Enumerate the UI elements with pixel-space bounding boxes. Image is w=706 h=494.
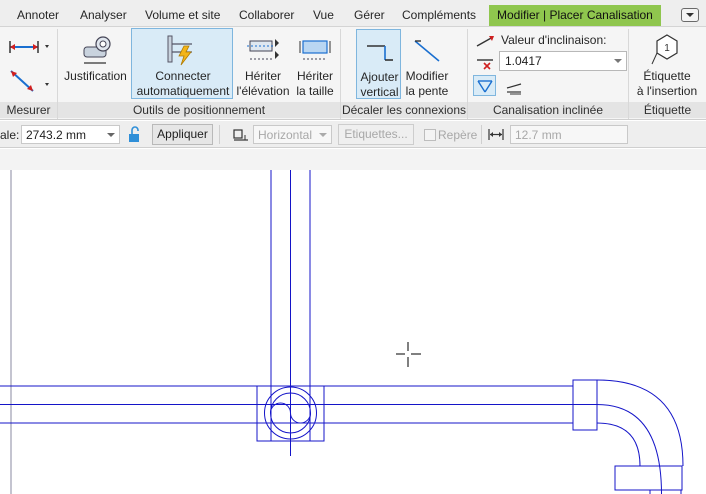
justification-pipe-wrench-icon (83, 36, 111, 64)
connecter-line1: Connecter (155, 69, 211, 83)
heriter-taille-line2: la taille (296, 84, 334, 98)
modifier-line1: Modifier (405, 69, 449, 83)
tab-modifier-placer-canalisation[interactable]: Modifier | Placer Canalisation (489, 5, 661, 26)
ajouter-vertical-button[interactable]: Ajouter vertical (356, 29, 401, 99)
pipe-drawing (0, 170, 684, 494)
panel-label-mesurer: Mesurer (0, 102, 57, 118)
width-value: 12.7 mm (515, 128, 562, 142)
slope-annotation-icon (506, 83, 522, 95)
drawing-canvas[interactable] (0, 170, 706, 494)
valeur-inclinaison-value: 1.0417 (505, 54, 542, 68)
view-frame-top (0, 149, 706, 170)
crosshair-cursor (396, 342, 421, 367)
measure-diagonal-icon (10, 70, 49, 92)
revit-window: Annoter Analyser Volume et site Collabor… (0, 0, 706, 494)
measure-between-references-button[interactable] (3, 31, 53, 59)
slope-off-button[interactable] (474, 53, 496, 73)
slope-up-icon (476, 36, 494, 47)
etiquette-insertion-button[interactable]: 1 Étiquette à l'insertion (631, 29, 703, 99)
heriter-elevation-line1: Hériter (244, 69, 281, 83)
valeur-inclinaison-dropdown[interactable]: 1.0417 (499, 51, 627, 71)
elbow-bottom-coupling (614, 465, 683, 491)
measure-ruler-icon (9, 41, 49, 53)
slope-down-button[interactable] (473, 75, 496, 96)
panel-label-etiquette: Étiquette (629, 102, 706, 118)
panel-label-outils-positionnement: Outils de positionnement (58, 102, 340, 118)
unlock-icon[interactable] (127, 126, 143, 143)
tab-vue[interactable]: Vue (313, 4, 334, 27)
heriter-elevation-button[interactable]: Hériter l'élévation (235, 29, 291, 99)
scale-label: ale: (0, 128, 20, 142)
inherit-elevation-icon (247, 39, 279, 60)
chevron-down-icon (686, 13, 694, 17)
add-vertical-pipe-icon (367, 45, 393, 61)
chevron-down-icon (319, 133, 327, 137)
tab-annoter[interactable]: Annoter (17, 4, 59, 27)
tag-badge-text: 1 (664, 43, 670, 54)
slope-annotation-button[interactable] (503, 79, 525, 97)
panel-label-decaler-connexions: Décaler les connexions (341, 102, 467, 118)
heriter-taille-line1: Hériter (296, 69, 333, 83)
connecter-line2: automatiquement (136, 84, 230, 98)
tab-complements[interactable]: Compléments (402, 4, 476, 27)
chevron-down-icon (614, 59, 622, 63)
heriter-taille-button[interactable]: Hériter la taille (292, 29, 338, 99)
elbow-centerline (596, 404, 662, 494)
etiquette-line1: Étiquette (643, 69, 691, 83)
slope-up-button[interactable] (474, 31, 496, 51)
inherit-size-icon (299, 40, 331, 60)
justification-button[interactable]: Justification (61, 29, 130, 99)
connecter-automatiquement-button[interactable]: Connecter automatiquement (131, 28, 233, 99)
heriter-elevation-line2: l'élévation (236, 84, 290, 98)
etiquette-line2: à l'insertion (636, 84, 698, 98)
panel-label-canalisation-inclinee: Canalisation inclinée (468, 102, 628, 118)
etiquettes-button[interactable]: Etiquettes... (338, 124, 414, 145)
ribbon-tab-bar: Annoter Analyser Volume et site Collabor… (0, 0, 706, 27)
tag-hexagon-icon: 1 (651, 34, 678, 65)
options-separator (219, 125, 220, 144)
slope-off-icon (477, 59, 493, 70)
orientation-dropdown[interactable]: Horizontal (253, 125, 332, 144)
ajouter-line1: Ajouter (360, 70, 399, 84)
options-separator (481, 125, 482, 144)
elbow-outer-arc (596, 379, 684, 467)
pipes (0, 170, 684, 494)
tab-volume-et-site[interactable]: Volume et site (145, 4, 220, 27)
chevron-down-icon (107, 133, 115, 137)
modifier-pente-button[interactable]: Modifier la pente (403, 29, 451, 99)
justification-label: Justification (64, 69, 127, 83)
ribbon: Mesurer Justification Connecter automati… (0, 27, 706, 120)
valeur-inclinaison-label: Valeur d'inclinaison: (501, 33, 607, 47)
ribbon-minimize-button[interactable] (681, 8, 699, 22)
elbow-inner-arc (596, 422, 641, 467)
orientation-value: Horizontal (258, 128, 313, 142)
change-slope-icon (414, 40, 440, 62)
width-arrows-icon (488, 129, 504, 140)
orientation-icon (233, 129, 248, 141)
tab-analyser[interactable]: Analyser (80, 4, 127, 27)
repere-checkbox[interactable] (424, 129, 436, 141)
slope-down-icon (477, 80, 493, 93)
options-bar: ale: 2743.2 mm Appliquer Horizontal Etiq… (0, 121, 706, 148)
scale-value: 2743.2 mm (26, 128, 87, 142)
auto-connect-lightning-icon (167, 35, 192, 66)
ajouter-line2: vertical (360, 85, 399, 99)
appliquer-button[interactable]: Appliquer (152, 124, 213, 145)
measure-along-element-button[interactable] (3, 63, 53, 97)
repere-label: Repère (438, 128, 478, 142)
tab-collaborer[interactable]: Collaborer (239, 4, 294, 27)
modifier-line2: la pente (405, 84, 449, 98)
scale-dropdown[interactable]: 2743.2 mm (21, 125, 120, 144)
width-input[interactable]: 12.7 mm (510, 125, 628, 144)
tab-gerer[interactable]: Gérer (354, 4, 385, 27)
